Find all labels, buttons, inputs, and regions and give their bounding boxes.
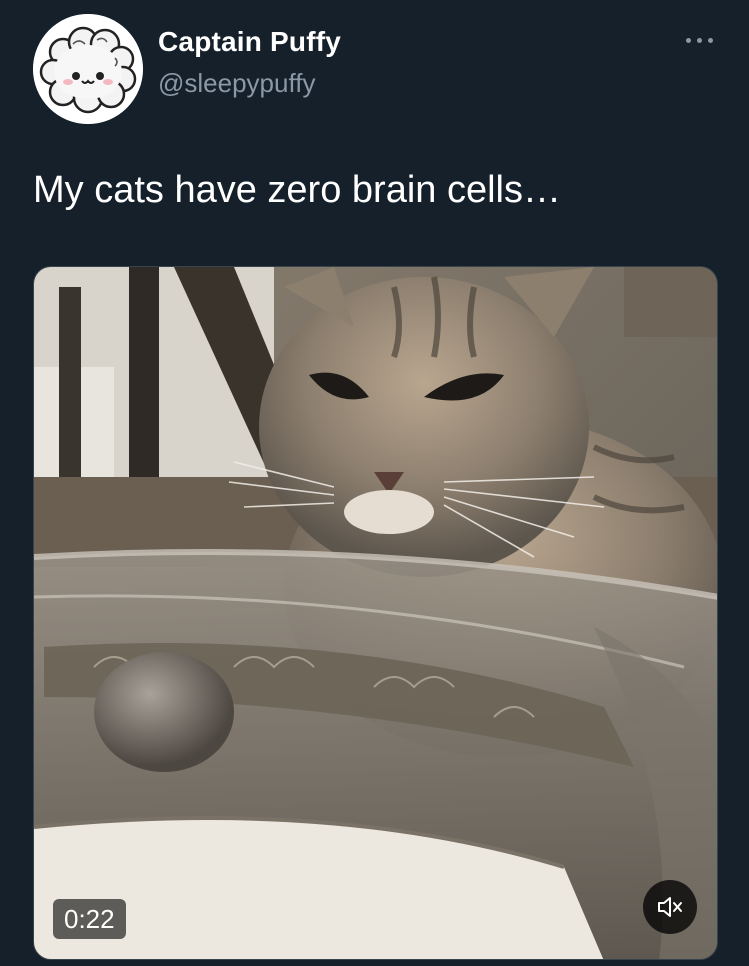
video-thumbnail [34, 267, 717, 959]
tweet-card: Captain Puffy @sleepypuffy My cats have … [0, 0, 749, 966]
tweet-text: My cats have zero brain cells… [33, 169, 561, 211]
unmute-button[interactable] [643, 880, 697, 934]
user-handle[interactable]: @sleepypuffy [158, 68, 315, 99]
video-player[interactable] [33, 266, 718, 960]
video-duration-badge: 0:22 [53, 899, 126, 939]
more-dot [708, 38, 713, 43]
fluffy-cloud-creature-icon [33, 14, 143, 124]
avatar[interactable] [33, 14, 143, 124]
more-dot [697, 38, 702, 43]
more-options-button[interactable] [683, 28, 717, 52]
more-horizontal-icon [686, 38, 691, 43]
display-name[interactable]: Captain Puffy [158, 26, 341, 58]
volume-muted-icon [658, 897, 682, 917]
